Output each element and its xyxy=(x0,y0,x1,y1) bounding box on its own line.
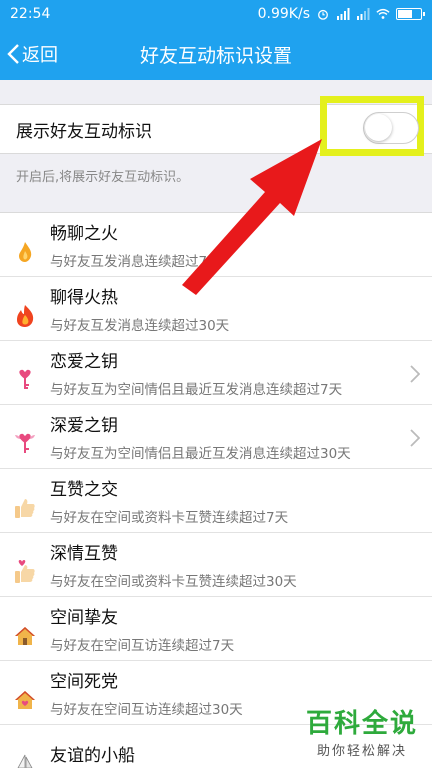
item-name: 恋爱之钥 xyxy=(50,352,118,372)
list-item[interactable]: 恋爱之钥与好友互为空间情侣且最近互发消息连续超过7天 xyxy=(0,341,432,405)
watermark-subtitle: 助你轻松解决 xyxy=(316,744,407,759)
heart-thumbs-up-icon xyxy=(15,559,35,583)
page-title: 好友互动标识设置 xyxy=(139,44,292,67)
item-desc: 与好友互为空间情侣且最近互发消息连续超过7天 xyxy=(50,382,343,398)
chevron-right-icon[interactable] xyxy=(410,365,420,383)
status-bar: 22:54 0.99K/s xyxy=(0,0,432,28)
list-item: 互赞之交与好友在空间或资料卡互赞连续超过7天 xyxy=(0,469,432,533)
item-desc: 与好友在空间互访连续超过7天 xyxy=(50,638,235,654)
chevron-left-icon xyxy=(7,44,19,64)
list-item: 空间挚友与好友在空间互访连续超过7天 xyxy=(0,597,432,661)
annotation-arrow xyxy=(182,139,322,295)
thumbs-up-icon xyxy=(15,498,35,518)
item-name: 深爱之钥 xyxy=(50,416,118,436)
item-name: 空间死党 xyxy=(50,672,118,692)
signal-2-icon xyxy=(357,8,370,20)
watermark: 百科全说 助你轻松解决 xyxy=(306,703,418,759)
toggle-knob xyxy=(365,114,392,141)
back-label: 返回 xyxy=(22,45,58,66)
winged-heart-key-icon xyxy=(15,433,35,453)
big-flame-icon xyxy=(17,304,34,327)
watermark-title: 百科全说 xyxy=(305,709,418,739)
item-desc: 与好友互发消息连续超过30天 xyxy=(50,318,230,334)
status-time: 22:54 xyxy=(10,6,51,22)
chevron-right-icon[interactable] xyxy=(410,429,420,447)
heart-key-icon xyxy=(19,369,31,389)
flame-icon xyxy=(19,241,32,262)
item-desc: 与好友在空间或资料卡互赞连续超过30天 xyxy=(50,574,297,590)
list-item[interactable]: 深爱之钥与好友互为空间情侣且最近互发消息连续超过30天 xyxy=(0,405,432,469)
signal-icon xyxy=(337,8,350,20)
list-item: 深情互赞与好友在空间或资料卡互赞连续超过30天 xyxy=(0,533,432,597)
title-bar: 返回 好友互动标识设置 xyxy=(0,28,432,80)
back-button[interactable]: 返回 xyxy=(6,28,58,80)
battery-icon xyxy=(396,8,425,20)
item-name: 空间挚友 xyxy=(50,608,118,628)
interaction-badge-toggle[interactable] xyxy=(363,112,419,144)
item-desc: 与好友互为空间情侣且最近互发消息连续超过30天 xyxy=(50,446,351,462)
alarm-icon xyxy=(318,9,328,20)
network-speed: 0.99K/s xyxy=(257,6,310,22)
item-desc: 与好友在空间或资料卡互赞连续超过7天 xyxy=(50,510,289,526)
item-name: 深情互赞 xyxy=(50,544,118,564)
item-name: 互赞之交 xyxy=(50,480,118,500)
house-icon xyxy=(15,626,35,645)
house-heart-icon xyxy=(15,690,35,709)
boat-icon xyxy=(17,754,33,768)
wifi-icon xyxy=(376,8,390,19)
